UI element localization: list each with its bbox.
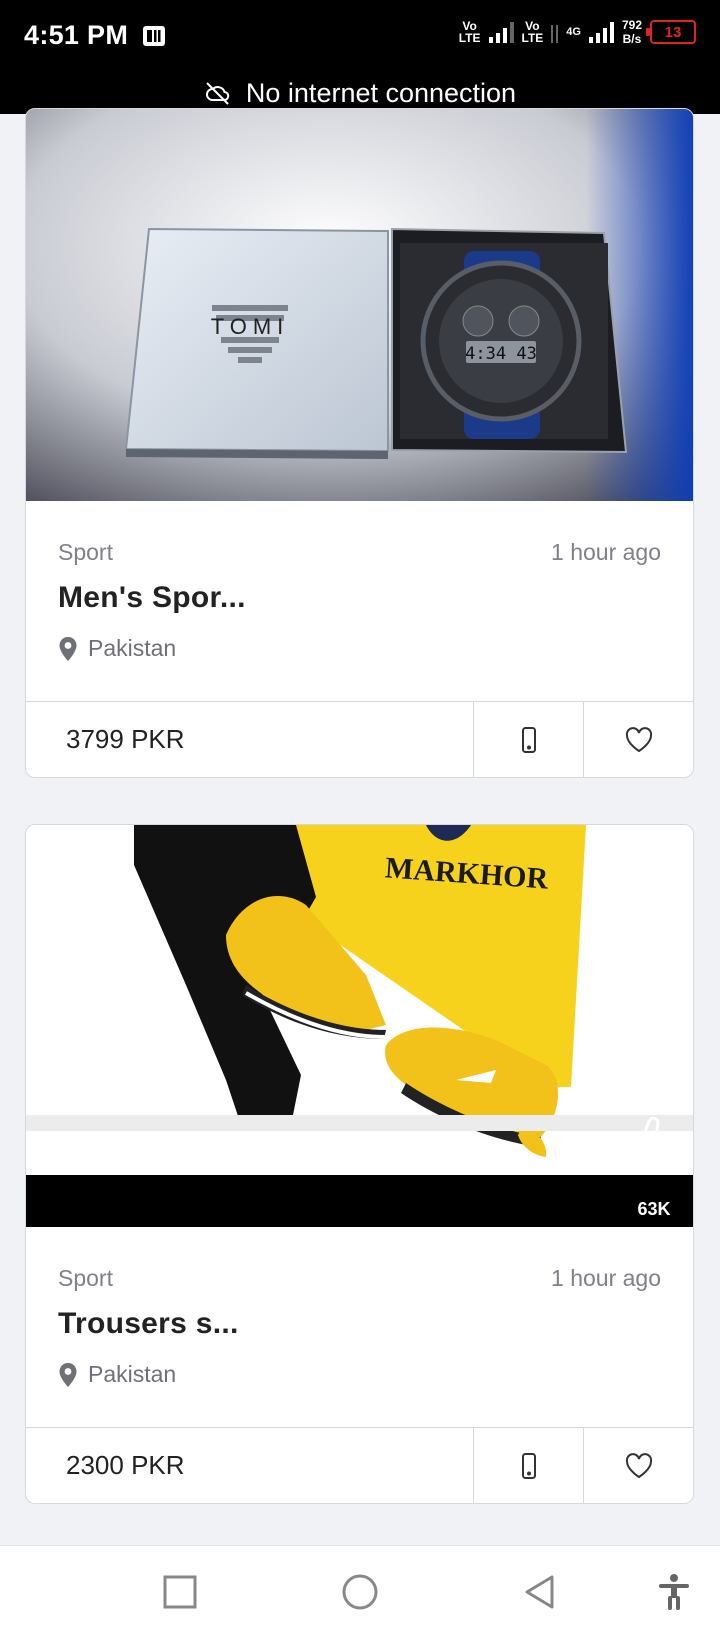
trousers-photo: MARKHOR 63K [26,825,693,1227]
listing-card[interactable]: TOMI 4:34 43 Sport 1 hour ago Men's Spor… [25,108,694,778]
listing-info: Sport 1 hour ago Men's Spor... Pakistan [26,501,693,701]
call-button[interactable] [473,1428,583,1503]
battery-icon: 13 [646,20,696,44]
battery-level: 13 [664,23,682,41]
signal-1-icon [488,21,514,43]
status-bar: 4:51 PM Vo LTE Vo LTE 4G 792 B/s 13 [0,0,720,72]
square-recents-icon [163,1575,197,1609]
heart-icon [625,1452,652,1478]
listing-title[interactable]: Trousers s... [58,1307,239,1341]
location-pin-icon [59,636,77,661]
phone-icon [521,1452,536,1479]
brand-text: TOMI [211,314,290,339]
volte-2-icon: Vo LTE [521,19,544,45]
location-text: Pakistan [88,635,177,661]
cloud-off-icon [205,82,230,105]
back-button[interactable] [518,1570,562,1614]
location-text: Pakistan [88,1361,177,1387]
data-arrows-icon [551,21,559,43]
price: 2300 PKR [66,1450,185,1480]
location: Pakistan [58,1361,176,1388]
likes-count: 63K [637,1199,670,1219]
system-nav-bar [0,1545,720,1640]
pip-icon [143,26,165,46]
accessibility-button[interactable] [652,1570,696,1614]
watch-photo: TOMI 4:34 43 [26,109,693,501]
offline-text: No internet connection [245,77,517,108]
category-label: Sport [58,1265,113,1291]
call-button[interactable] [473,702,583,777]
network-speed: 792 B/s [621,18,642,46]
listing-info: Sport 1 hour ago Trousers s... Pakistan [26,1227,693,1427]
category-label: Sport [58,539,113,565]
recents-button[interactable] [158,1570,202,1614]
heart-icon [625,726,652,752]
listing-actions: 2300 PKR [26,1427,693,1503]
location-pin-icon [59,1362,77,1387]
signal-2-icon [588,21,614,43]
favorite-button[interactable] [583,1428,693,1503]
listing-image[interactable]: MARKHOR 63K [26,825,693,1227]
phone-icon [521,726,536,753]
watch-display: 4:34 43 [465,344,537,364]
home-button[interactable] [338,1570,382,1614]
location: Pakistan [58,635,176,662]
triangle-back-icon [525,1575,554,1609]
price: 3799 PKR [66,724,185,754]
listing-card[interactable]: MARKHOR 63K Sport 1 hour ago Trousers s.… [25,824,694,1504]
listing-title[interactable]: Men's Spor... [58,581,246,615]
volte-1-icon: Vo LTE [458,19,481,45]
circle-home-icon [342,1574,378,1610]
listing-actions: 3799 PKR [26,701,693,777]
favorite-button[interactable] [583,702,693,777]
accessibility-icon [659,1574,689,1610]
posted-time: 1 hour ago [551,539,661,565]
clock: 4:51 PM [24,20,129,50]
status-icons: Vo LTE Vo LTE 4G 792 B/s 13 [459,18,696,46]
listing-image[interactable]: TOMI 4:34 43 [26,109,693,501]
posted-time: 1 hour ago [551,1265,661,1291]
network-4g-icon: 4G [566,26,581,38]
